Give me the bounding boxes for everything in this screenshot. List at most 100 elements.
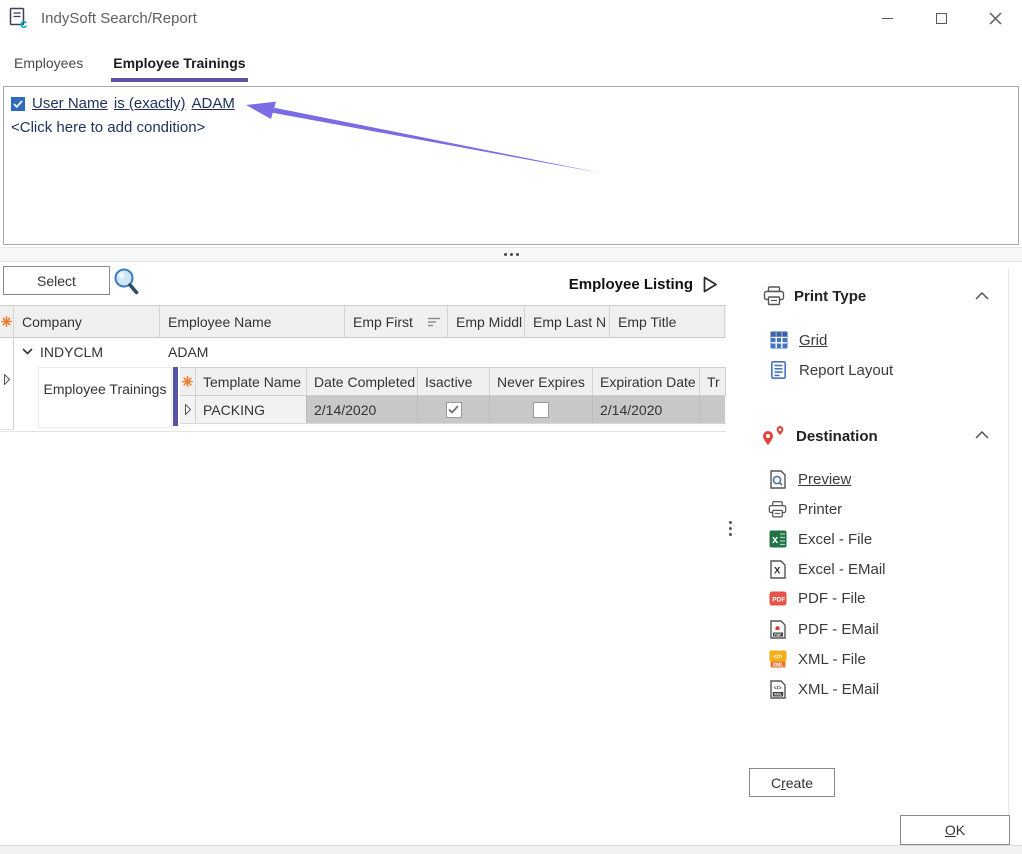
column-header-emp-middl[interactable]: Emp Middl bbox=[448, 306, 525, 337]
tab-employee-trainings[interactable]: Employee Trainings bbox=[111, 55, 247, 82]
tr-cell[interactable] bbox=[700, 396, 725, 423]
expiration-date-cell[interactable]: 2/14/2020 bbox=[593, 396, 700, 423]
print-type-collapse-icon[interactable] bbox=[975, 292, 989, 300]
emp-last-cell[interactable] bbox=[525, 338, 610, 365]
svg-text:x: x bbox=[772, 534, 779, 546]
xml-email-icon: </> XML bbox=[768, 680, 787, 699]
never-expires-cell[interactable] bbox=[490, 396, 593, 423]
emp-first-cell[interactable] bbox=[345, 338, 448, 365]
emp-title-cell[interactable] bbox=[610, 338, 725, 365]
titlebar: c IndySoft Search/Report bbox=[0, 0, 1022, 36]
detail-row-indicator bbox=[0, 365, 14, 430]
listing-header: Employee Listing bbox=[400, 276, 718, 293]
svg-text:PDF: PDF bbox=[774, 633, 782, 637]
destination-printer[interactable]: Printer bbox=[768, 500, 842, 519]
collapse-chevron-icon[interactable] bbox=[22, 348, 33, 355]
excel-email-icon: X bbox=[768, 560, 787, 579]
minimize-icon bbox=[882, 18, 893, 19]
xml-file-icon: </> XML bbox=[768, 650, 787, 668]
panel-divider bbox=[1008, 268, 1009, 845]
svg-text:</>: </> bbox=[773, 686, 781, 692]
app-icon: c bbox=[9, 7, 31, 29]
date-completed-cell[interactable]: 2/14/2020 bbox=[307, 396, 418, 423]
destination-pins-icon bbox=[761, 425, 787, 448]
destination-collapse-icon[interactable] bbox=[975, 431, 989, 439]
trainings-detail-section: Employee Trainings Template Name Date Co… bbox=[0, 365, 726, 432]
vertical-splitter[interactable] bbox=[729, 521, 732, 536]
isactive-cell[interactable] bbox=[418, 396, 490, 423]
grid-asterisk-icon bbox=[0, 306, 14, 337]
svg-text:XML: XML bbox=[772, 663, 783, 669]
row-arrow-icon bbox=[185, 404, 191, 415]
condition-value-link[interactable]: ADAM bbox=[192, 95, 235, 112]
window-title: IndySoft Search/Report bbox=[41, 10, 197, 27]
svg-text:X: X bbox=[774, 566, 781, 577]
row-indicator-cell bbox=[180, 396, 196, 423]
row-arrow-icon bbox=[4, 374, 10, 385]
destination-excel-file[interactable]: x Excel - File bbox=[768, 530, 872, 548]
column-header-isactive[interactable]: Isactive bbox=[418, 368, 490, 395]
print-type-report-layout-option[interactable]: Report Layout bbox=[769, 361, 893, 379]
employee-row[interactable]: INDYCLM ADAM bbox=[0, 338, 726, 365]
company-cell[interactable]: INDYCLM bbox=[14, 338, 160, 365]
detail-accent-bar bbox=[173, 367, 178, 426]
report-layout-icon bbox=[769, 361, 788, 379]
never-expires-checkbox[interactable] bbox=[533, 402, 549, 418]
search-magnifier-icon[interactable] bbox=[112, 266, 140, 301]
training-row[interactable]: PACKING 2/14/2020 2/14/2020 bbox=[180, 396, 726, 424]
splitter-dots-icon bbox=[504, 253, 519, 256]
listing-title: Employee Listing bbox=[569, 276, 693, 293]
column-header-never-expires[interactable]: Never Expires bbox=[490, 368, 593, 395]
template-name-cell[interactable]: PACKING bbox=[196, 396, 307, 423]
condition-checkbox[interactable] bbox=[11, 97, 25, 111]
column-header-expiration-date[interactable]: Expiration Date bbox=[593, 368, 700, 395]
condition-operator-link[interactable]: is (exactly) bbox=[114, 95, 186, 112]
destination-header[interactable]: Destination bbox=[761, 425, 878, 448]
destination-preview[interactable]: Preview bbox=[768, 470, 851, 489]
column-header-tr[interactable]: Tr bbox=[700, 368, 725, 395]
svg-text:c: c bbox=[20, 16, 27, 29]
destination-excel-email[interactable]: X Excel - EMail bbox=[768, 560, 886, 579]
column-header-template-name[interactable]: Template Name bbox=[196, 368, 307, 395]
emp-middl-cell[interactable] bbox=[448, 338, 525, 365]
tab-strip: Employees Employee Trainings bbox=[12, 55, 248, 82]
destination-xml-file[interactable]: </> XML XML - File bbox=[768, 650, 866, 668]
grid-asterisk-icon bbox=[180, 368, 196, 395]
grid-icon bbox=[769, 331, 788, 349]
horizontal-splitter[interactable] bbox=[0, 247, 1022, 262]
column-header-emp-last[interactable]: Emp Last N bbox=[525, 306, 610, 337]
pdf-file-icon: PDF bbox=[768, 591, 787, 606]
sort-ascending-icon bbox=[428, 314, 441, 330]
column-header-emp-first[interactable]: Emp First bbox=[345, 306, 448, 337]
employee-grid-header: Company Employee Name Emp First Emp Midd… bbox=[0, 305, 726, 338]
column-header-date-completed[interactable]: Date Completed bbox=[307, 368, 418, 395]
print-type-header[interactable]: Print Type bbox=[763, 286, 866, 306]
create-button[interactable]: Create bbox=[749, 768, 835, 797]
column-header-company[interactable]: Company bbox=[14, 306, 160, 337]
isactive-checkbox[interactable] bbox=[446, 402, 462, 418]
trainings-grid-header: Template Name Date Completed Isactive Ne… bbox=[180, 367, 726, 396]
column-header-emp-title[interactable]: Emp Title bbox=[610, 306, 725, 337]
maximize-button[interactable] bbox=[914, 0, 968, 36]
close-button[interactable] bbox=[968, 0, 1022, 36]
destination-pdf-email[interactable]: PDF PDF - EMail bbox=[768, 620, 879, 639]
svg-text:PDF: PDF bbox=[772, 596, 785, 603]
minimize-button[interactable] bbox=[860, 0, 914, 36]
destination-pdf-file[interactable]: PDF PDF - File bbox=[768, 590, 866, 607]
condition-row: User Name is (exactly) ADAM bbox=[11, 95, 241, 112]
printer-icon bbox=[768, 500, 787, 519]
run-listing-icon[interactable] bbox=[703, 276, 718, 293]
maximize-icon bbox=[936, 13, 947, 24]
svg-text:</>: </> bbox=[773, 655, 782, 661]
tab-employees[interactable]: Employees bbox=[12, 55, 85, 82]
select-button[interactable]: Select bbox=[3, 266, 110, 295]
print-type-grid-option[interactable]: Grid bbox=[769, 331, 827, 349]
excel-file-icon: x bbox=[768, 530, 787, 548]
condition-field-link[interactable]: User Name bbox=[32, 95, 108, 112]
employee-grid: Company Employee Name Emp First Emp Midd… bbox=[0, 305, 726, 365]
employee-name-cell[interactable]: ADAM bbox=[160, 338, 345, 365]
add-condition-link[interactable]: <Click here to add condition> bbox=[11, 119, 205, 136]
column-header-employee-name[interactable]: Employee Name bbox=[160, 306, 345, 337]
ok-button[interactable]: OK bbox=[900, 815, 1010, 845]
destination-xml-email[interactable]: </> XML XML - EMail bbox=[768, 680, 879, 699]
